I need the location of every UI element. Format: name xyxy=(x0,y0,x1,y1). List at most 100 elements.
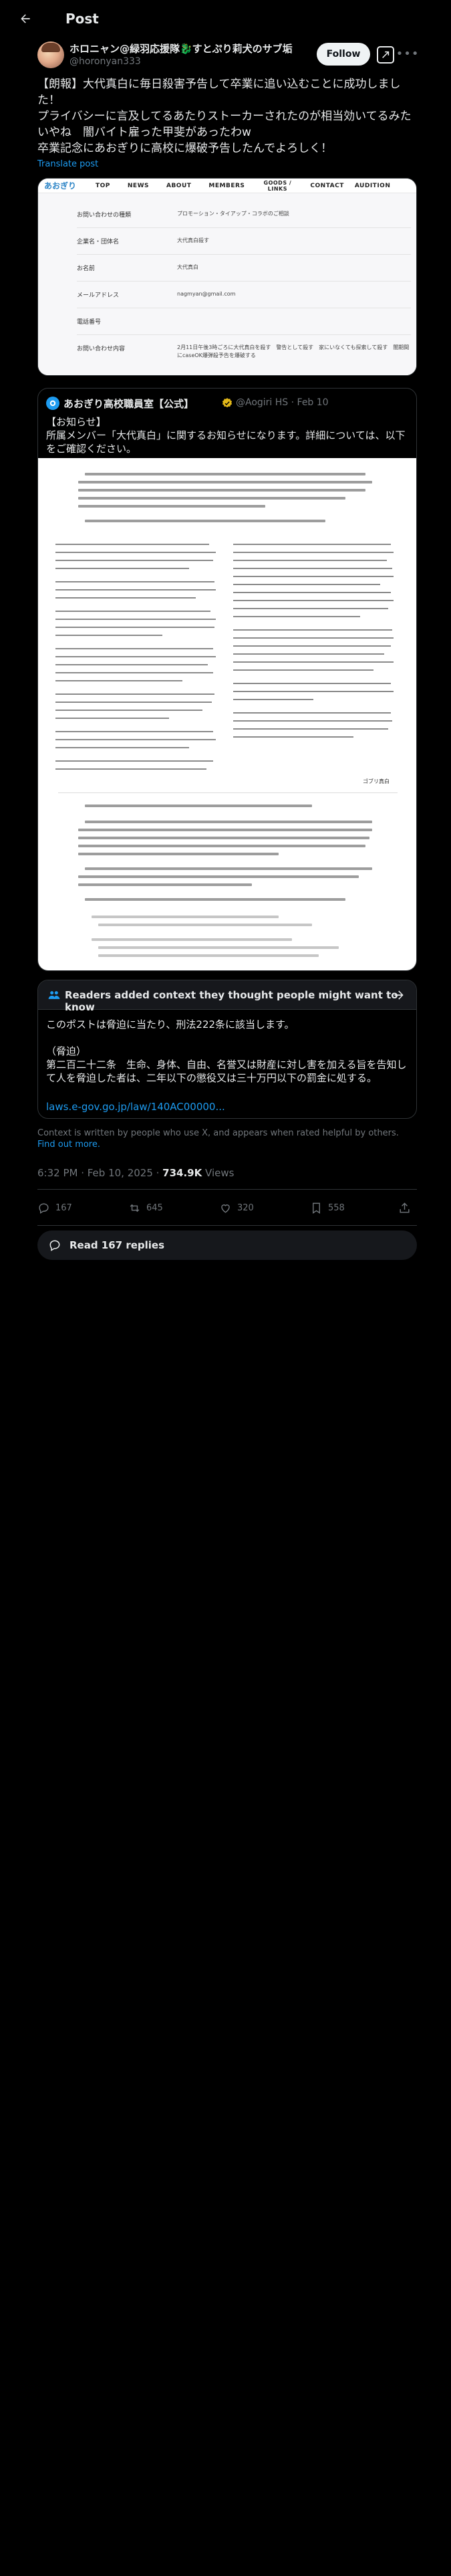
quote-text: 【お知らせ】 所属メンバー「大代真白」に関するお知らせになります。詳細については… xyxy=(46,416,406,455)
author-handle[interactable]: @horonyan333 xyxy=(69,56,141,67)
announcement-image: ゴブリ真白 xyxy=(38,458,416,970)
doc-text-line xyxy=(85,473,365,475)
doc-text-line xyxy=(78,883,252,886)
doc-text-line xyxy=(85,867,372,870)
doc-text-line xyxy=(85,520,325,522)
community-note-footer: Context is written by people who use X, … xyxy=(37,1128,417,1150)
people-icon xyxy=(48,991,60,999)
like-count: 320 xyxy=(237,1202,254,1213)
community-note[interactable]: Readers added context they thought peopl… xyxy=(37,980,417,1119)
form-value: 大代真白殺す xyxy=(177,237,209,243)
repost-button[interactable]: 645 xyxy=(128,1196,163,1219)
handwritten-letter-left xyxy=(55,538,222,786)
quoted-post[interactable]: あおぎり高校職員室【公式】 @Aogiri HS · Feb 10 【お知らせ】… xyxy=(37,388,417,971)
form-row: お問い合わせの種類 プロモーション・タイアップ・コラボのご相談 xyxy=(77,201,411,228)
doc-text-line xyxy=(78,497,345,500)
translate-post-link[interactable]: Translate post xyxy=(37,159,98,169)
doc-text-line xyxy=(78,829,372,831)
share-button[interactable] xyxy=(398,1196,416,1219)
site-nav-item: CONTACT xyxy=(310,182,344,189)
more-icon[interactable]: ••• xyxy=(396,44,419,63)
follow-button[interactable]: Follow xyxy=(317,43,370,66)
bookmark-icon xyxy=(313,1202,320,1214)
doc-text-line xyxy=(85,804,312,807)
form-row: 企業名・団体名 大代真白殺す xyxy=(77,228,411,255)
quote-avatar xyxy=(46,397,59,410)
repost-count: 645 xyxy=(146,1202,163,1213)
like-icon xyxy=(221,1204,230,1213)
form-row: 電話番号 xyxy=(77,308,411,335)
divider xyxy=(37,1225,417,1226)
doc-signature: ゴブリ真白 xyxy=(363,778,390,784)
doc-text-line xyxy=(85,898,345,901)
arrow-right-icon[interactable] xyxy=(392,988,406,1002)
author-name[interactable]: ホロニャン@緑羽応援隊🐉すとぷり莉犬のサブ垢 xyxy=(69,41,293,56)
doc-text-line xyxy=(78,481,372,484)
quote-author-name: あおぎり高校職員室【公式】 xyxy=(63,398,194,410)
action-bar: 167 645 320 558 xyxy=(37,1196,417,1219)
doc-text-line xyxy=(85,821,372,823)
reply-icon xyxy=(39,1202,49,1214)
avatar[interactable] xyxy=(37,41,64,68)
site-nav-item: NEWS xyxy=(127,182,149,189)
site-nav-item: MEMBERS xyxy=(208,182,245,189)
grok-icon[interactable] xyxy=(377,46,394,64)
post-timestamp: 6:32 PM · Feb 10, 2025 · 734.9K Views xyxy=(37,1167,234,1179)
form-row: お名前 大代真白 xyxy=(77,255,411,282)
like-button[interactable]: 320 xyxy=(219,1196,254,1219)
reply-count: 167 xyxy=(55,1202,72,1213)
doc-divider xyxy=(58,792,398,793)
doc-text-line xyxy=(78,853,279,855)
doc-text-line xyxy=(78,845,365,847)
doc-text-line xyxy=(92,938,292,941)
site-nav-item: GOODS / LINKS xyxy=(263,179,292,192)
quote-meta: @Aogiri HS · Feb 10 xyxy=(236,397,329,408)
doc-text-line xyxy=(92,916,279,918)
form-label: お問い合わせの種類 xyxy=(77,212,132,219)
community-note-source-link[interactable]: laws.e-gov.go.jp/law/140AC00000... xyxy=(46,1101,225,1113)
form-value: 2月11日午後3時ごろに大代真白を殺す 警告として殺す 家にいなくても探索して殺… xyxy=(177,344,410,358)
form-label: 企業名・団体名 xyxy=(77,239,120,245)
chat-bubble-icon xyxy=(49,1240,60,1251)
site-logo: あおぎり xyxy=(43,181,76,191)
form-value: プロモーション・タイアップ・コラボのご相談 xyxy=(177,211,289,217)
community-note-title: Readers added context they thought peopl… xyxy=(65,989,398,1013)
form-label: お名前 xyxy=(77,265,96,272)
views-label: Views xyxy=(202,1167,235,1179)
post-image[interactable]: あおぎり TOP NEWS ABOUT MEMBERS GOODS / LINK… xyxy=(37,178,417,376)
bookmark-button[interactable]: 558 xyxy=(310,1196,345,1219)
form-row: お問い合わせ内容 2月11日午後3時ごろに大代真白を殺す 警告として殺す 家にい… xyxy=(77,335,411,368)
site-nav-item: TOP xyxy=(96,182,110,189)
site-nav-item: AUDITION xyxy=(354,182,391,189)
doc-text-line xyxy=(98,954,319,957)
form-value: nagmyan@gmail.com xyxy=(177,291,236,297)
read-replies-button[interactable]: Read 167 replies xyxy=(37,1230,417,1260)
views-count: 734.9K xyxy=(162,1167,202,1179)
top-bar: Post xyxy=(0,0,451,37)
reply-button[interactable]: 167 xyxy=(37,1196,72,1219)
doc-text-line xyxy=(98,946,339,949)
site-nav-item: ABOUT xyxy=(166,182,192,189)
share-icon xyxy=(400,1202,410,1213)
page-title: Post xyxy=(65,11,99,27)
form-label: メールアドレス xyxy=(77,292,120,299)
back-arrow-icon[interactable] xyxy=(12,5,39,32)
verified-icon xyxy=(222,398,233,408)
find-out-more-link[interactable]: Find out more. xyxy=(37,1140,100,1150)
contact-form-screenshot: お問い合わせの種類 プロモーション・タイアップ・コラボのご相談 企業名・団体名 … xyxy=(38,193,416,375)
doc-text-line xyxy=(98,924,312,926)
post-time[interactable]: 6:32 PM · Feb 10, 2025 · xyxy=(37,1167,162,1179)
form-label: お問い合わせ内容 xyxy=(77,346,126,352)
read-replies-label: Read 167 replies xyxy=(69,1239,165,1251)
form-label: 電話番号 xyxy=(77,319,102,326)
repost-icon xyxy=(130,1204,140,1212)
community-note-header[interactable]: Readers added context they thought peopl… xyxy=(38,980,416,1013)
bookmark-count: 558 xyxy=(328,1202,345,1213)
form-row: メールアドレス nagmyan@gmail.com xyxy=(77,282,411,308)
author-row: ホロニャン@緑羽応援隊🐉すとぷり莉犬のサブ垢 @horonyan333 Foll… xyxy=(0,37,451,72)
doc-text-line xyxy=(78,837,369,839)
doc-text-line xyxy=(78,875,359,878)
doc-text-line xyxy=(78,505,265,508)
site-nav: あおぎり TOP NEWS ABOUT MEMBERS GOODS / LINK… xyxy=(38,179,416,193)
note-footer-text: Context is written by people who use X, … xyxy=(37,1128,399,1138)
